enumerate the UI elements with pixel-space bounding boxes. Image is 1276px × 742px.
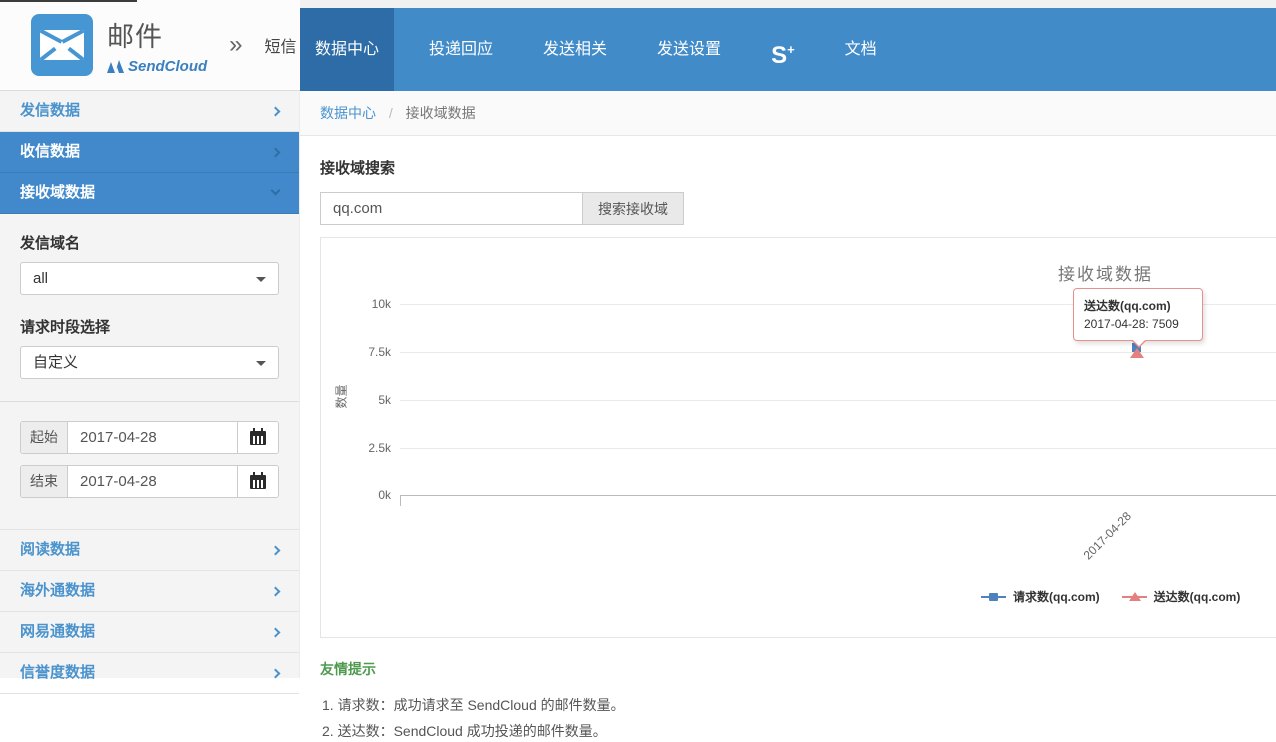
nav-item-docs[interactable]: 文档 (830, 8, 892, 91)
period-filter-label: 请求时段选择 (20, 316, 279, 337)
sms-switcher-link[interactable]: 短信 (265, 33, 297, 57)
y-tick-label: 10k (321, 295, 391, 313)
y-tick-label: 0k (321, 486, 391, 504)
screen-edge-artifact (0, 0, 137, 2)
breadcrumb-current: 接收域数据 (406, 105, 476, 121)
end-date-group: 结束 (20, 465, 279, 498)
sidebar-item-receiving-domain-data[interactable]: 接收域数据 (0, 173, 299, 214)
sidebar-item-overseas-data[interactable]: 海外通数据 (0, 571, 299, 612)
s-plus-logo: S+ (771, 42, 795, 69)
chevron-right-icon (271, 628, 281, 638)
nav-item-s-plus[interactable]: S+ (756, 8, 810, 91)
breadcrumb-separator: / (389, 105, 393, 121)
logo-area: 邮件 SendCloud » 短信 (0, 0, 300, 90)
start-date-group: 起始 (20, 421, 279, 454)
sendcloud-mark-icon (107, 60, 124, 73)
nav-area: 数据中心 投递回应 发送相关 发送设置 S+ 文档 (300, 0, 1276, 90)
start-date-input[interactable] (68, 422, 237, 453)
x-tick-label: 2017-04-28 (1081, 492, 1152, 563)
divider (0, 401, 299, 402)
note-item: 1. 请求数：成功请求至 SendCloud 的邮件数量。 (320, 695, 1276, 715)
legend-item-requests[interactable]: 请求数(qq.com) (981, 588, 1100, 605)
filter-panel: 发信域名 all 请求时段选择 自定义 起始 (0, 214, 299, 498)
end-date-calendar-button[interactable] (237, 466, 278, 497)
tooltip-series: 送达数(qq.com) (1084, 297, 1192, 314)
sidebar-item-read-data[interactable]: 阅读数据 (0, 530, 299, 571)
chart-panel: 接收域数据 数量 10k 7.5k 5k 2.5k 0k (320, 237, 1276, 638)
sidebar: 发信数据 收信数据 接收域数据 发信域名 all (0, 91, 300, 742)
sidebar-item-incoming-data[interactable]: 收信数据 (0, 132, 299, 173)
legend-triangle-icon (1122, 591, 1147, 603)
y-tick-label: 5k (321, 391, 391, 409)
tooltip-value: 2017-04-28: 7509 (1084, 317, 1192, 331)
breadcrumb: 数据中心 / 接收域数据 (300, 91, 1276, 136)
domain-select[interactable]: all (20, 262, 279, 295)
legend-square-icon (981, 591, 1006, 603)
gridline (400, 400, 1276, 401)
chevron-right-icon (271, 587, 281, 597)
notes-title: 友情提示 (320, 659, 1276, 679)
note-item: 2. 送达数：SendCloud 成功投递的邮件数量。 (320, 721, 1276, 741)
double-chevron-icon: » (229, 31, 242, 59)
top-nav: 数据中心 投递回应 发送相关 发送设置 S+ 文档 (300, 8, 1276, 91)
axis-tick (400, 495, 401, 506)
nav-item-sending-settings[interactable]: 发送设置 (642, 8, 736, 91)
data-point-delivered[interactable] (1130, 348, 1144, 358)
legend-item-delivered[interactable]: 送达数(qq.com) (1122, 588, 1241, 605)
chart-legend: 请求数(qq.com) 送达数(qq.com) (981, 588, 1240, 605)
period-select[interactable]: 自定义 (20, 346, 279, 379)
mail-logo-icon (31, 14, 93, 76)
start-date-label: 起始 (21, 422, 68, 453)
envelope-icon (40, 30, 84, 60)
nav-item-sending-related[interactable]: 发送相关 (528, 8, 622, 91)
page: 邮件 SendCloud » 短信 数据中心 投递回应 发送相关 发送设置 S+… (0, 0, 1276, 742)
sidebar-item-netease-data[interactable]: 网易通数据 (0, 612, 299, 653)
caret-down-icon (256, 361, 266, 366)
end-date-input[interactable] (68, 466, 237, 497)
calendar-icon (250, 431, 266, 445)
sidebar-item-outgoing-data[interactable]: 发信数据 (0, 91, 299, 132)
end-date-label: 结束 (21, 466, 68, 497)
chevron-right-icon (271, 148, 281, 158)
header: 邮件 SendCloud » 短信 数据中心 投递回应 发送相关 发送设置 S+… (0, 0, 1276, 91)
chevron-down-icon (271, 186, 281, 196)
content: 接收域搜索 搜索接收域 接收域数据 数量 10k 7.5k (300, 136, 1276, 742)
main-area: 数据中心 / 接收域数据 接收域搜索 搜索接收域 接收域数据 数量 (300, 91, 1276, 742)
chevron-right-icon (271, 107, 281, 117)
chevron-right-icon (271, 669, 281, 679)
domain-filter-label: 发信域名 (20, 232, 279, 253)
gridline (400, 448, 1276, 449)
chart-title: 接收域数据 (1058, 260, 1153, 285)
search-heading: 接收域搜索 (320, 157, 1276, 178)
domain-search-input[interactable] (320, 192, 583, 225)
calendar-icon (250, 475, 266, 489)
y-tick-label: 2.5k (321, 439, 391, 457)
chart-tooltip: 送达数(qq.com) 2017-04-28: 7509 (1073, 288, 1203, 341)
start-date-calendar-button[interactable] (237, 422, 278, 453)
gridline (400, 352, 1276, 353)
product-name: 邮件 (107, 15, 207, 54)
y-tick-label: 7.5k (321, 343, 391, 361)
search-domain-button[interactable]: 搜索接收域 (582, 192, 684, 225)
caret-down-icon (256, 277, 266, 282)
sidebar-item-reputation-data[interactable]: 信誉度数据 (0, 653, 299, 694)
breadcrumb-parent-link[interactable]: 数据中心 (320, 105, 376, 121)
nav-item-data-center[interactable]: 数据中心 (300, 8, 394, 91)
notes-section: 友情提示 1. 请求数：成功请求至 SendCloud 的邮件数量。 2. 送达… (320, 659, 1276, 742)
brand-name: SendCloud (128, 58, 207, 75)
nav-item-delivery-response[interactable]: 投递回应 (414, 8, 508, 91)
chevron-right-icon (271, 546, 281, 556)
logo-texts: 邮件 SendCloud (107, 15, 207, 75)
